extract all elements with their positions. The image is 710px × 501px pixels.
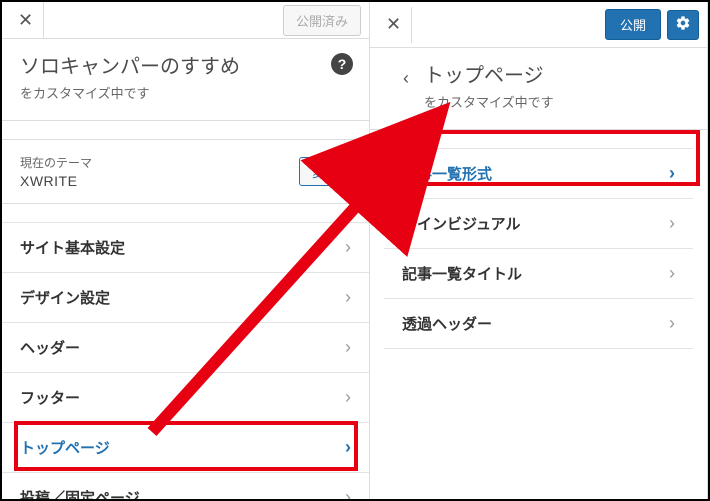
menu-item-label: ヘッダー: [20, 337, 80, 358]
chevron-right-icon: ›: [345, 437, 351, 458]
topbar-right: ✕ 公開: [370, 2, 707, 48]
back-button[interactable]: ‹: [388, 62, 424, 89]
close-button[interactable]: ✕: [8, 2, 44, 38]
published-button: 公開済み: [283, 5, 361, 36]
menu-item-label: トップページ: [20, 437, 110, 458]
chevron-left-icon: ‹: [403, 68, 409, 88]
title-subtitle: をカスタマイズ中です: [20, 83, 351, 102]
chevron-right-icon: ›: [669, 213, 675, 234]
menu-item-header[interactable]: ヘッダー ›: [2, 322, 369, 373]
menu-item-label: 記事一覧形式: [402, 163, 492, 184]
theme-name: XWRITE: [20, 173, 299, 189]
chevron-right-icon: ›: [345, 287, 351, 308]
close-icon: ✕: [386, 14, 401, 35]
help-icon[interactable]: ?: [331, 53, 353, 75]
menu-item-toppage[interactable]: トップページ ›: [2, 422, 369, 473]
section-subtitle: をカスタマイズ中です: [424, 92, 689, 111]
section-title: トップページ: [424, 62, 689, 90]
customizer-panel-root: ✕ 公開済み ソロキャンパーのすすめ をカスタマイズ中です ? 現在のテーマ X…: [2, 2, 370, 499]
theme-caption: 現在のテーマ: [20, 154, 299, 171]
menu-item-transparent-header[interactable]: 透過ヘッダー ›: [384, 298, 693, 349]
publish-button[interactable]: 公開: [605, 9, 661, 40]
menu-item-label: 透過ヘッダー: [402, 313, 492, 334]
menu-item-posts[interactable]: 投稿／固定ページ ›: [2, 472, 369, 501]
menu-item-design[interactable]: デザイン設定 ›: [2, 272, 369, 323]
menu-item-footer[interactable]: フッター ›: [2, 372, 369, 423]
menu-list-left: サイト基本設定 › デザイン設定 › ヘッダー › フッター › トップページ …: [2, 222, 369, 501]
menu-item-label: サイト基本設定: [20, 237, 125, 258]
chevron-right-icon: ›: [669, 163, 675, 184]
chevron-right-icon: ›: [345, 487, 351, 501]
close-button[interactable]: ✕: [376, 7, 412, 43]
gear-icon: [675, 15, 691, 34]
close-icon: ✕: [18, 10, 33, 31]
change-theme-button[interactable]: 変更: [299, 157, 351, 186]
title-area-right: ‹ トップページ をカスタマイズ中です: [370, 48, 707, 130]
title-area-left: ソロキャンパーのすすめ をカスタマイズ中です ?: [2, 39, 369, 121]
chevron-right-icon: ›: [669, 313, 675, 334]
chevron-right-icon: ›: [345, 237, 351, 258]
menu-item-label: デザイン設定: [20, 287, 110, 308]
menu-item-label: 投稿／固定ページ: [20, 487, 140, 501]
customizer-panel-toppage: ✕ 公開 ‹ トップページ をカスタマイズ中です 記事一覧形式 ›: [370, 2, 708, 499]
theme-block: 現在のテーマ XWRITE 変更: [2, 139, 369, 204]
settings-button[interactable]: [667, 10, 699, 40]
chevron-right-icon: ›: [345, 387, 351, 408]
topbar-left: ✕ 公開済み: [2, 2, 369, 39]
menu-list-right: 記事一覧形式 › メインビジュアル › 記事一覧タイトル › 透過ヘッダー ›: [370, 148, 707, 348]
menu-item-article-list-title[interactable]: 記事一覧タイトル ›: [384, 248, 693, 299]
menu-item-label: 記事一覧タイトル: [402, 263, 522, 284]
chevron-right-icon: ›: [345, 337, 351, 358]
site-title: ソロキャンパーのすすめ: [20, 53, 351, 81]
menu-item-main-visual[interactable]: メインビジュアル ›: [384, 198, 693, 249]
menu-item-label: フッター: [20, 387, 80, 408]
menu-item-article-list-format[interactable]: 記事一覧形式 ›: [384, 148, 693, 199]
chevron-right-icon: ›: [669, 263, 675, 284]
menu-item-label: メインビジュアル: [402, 213, 521, 234]
menu-item-site-basic[interactable]: サイト基本設定 ›: [2, 222, 369, 273]
